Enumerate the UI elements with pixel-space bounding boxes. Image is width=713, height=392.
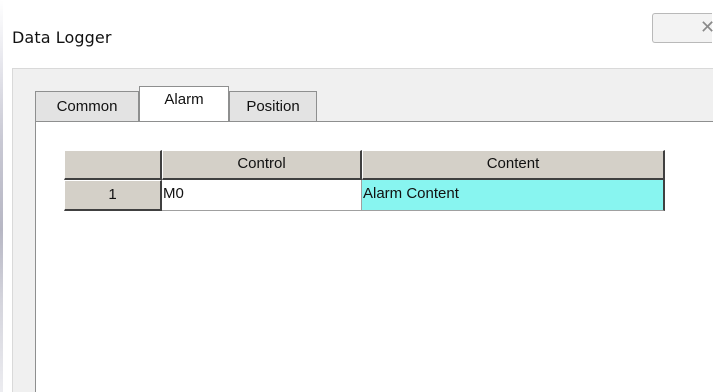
corner-header-cell [64, 150, 162, 180]
data-logger-window: Data Logger ✕ Common Alarm Position Cont… [0, 0, 713, 392]
content-cell[interactable]: Alarm Content [362, 180, 665, 211]
control-cell[interactable]: M0 [162, 180, 362, 211]
column-header-control[interactable]: Control [162, 150, 362, 180]
tab-position[interactable]: Position [229, 91, 317, 121]
close-icon: ✕ [700, 17, 713, 38]
alarm-grid: Control Content 1 M0 Alarm Content [64, 150, 665, 211]
window-title: Data Logger [12, 28, 112, 47]
column-header-content[interactable]: Content [362, 150, 665, 180]
row-header-1[interactable]: 1 [64, 180, 162, 211]
tab-alarm[interactable]: Alarm [139, 86, 229, 121]
tab-common[interactable]: Common [35, 91, 139, 121]
window-left-edge [0, 0, 3, 392]
close-button[interactable]: ✕ [652, 13, 713, 43]
